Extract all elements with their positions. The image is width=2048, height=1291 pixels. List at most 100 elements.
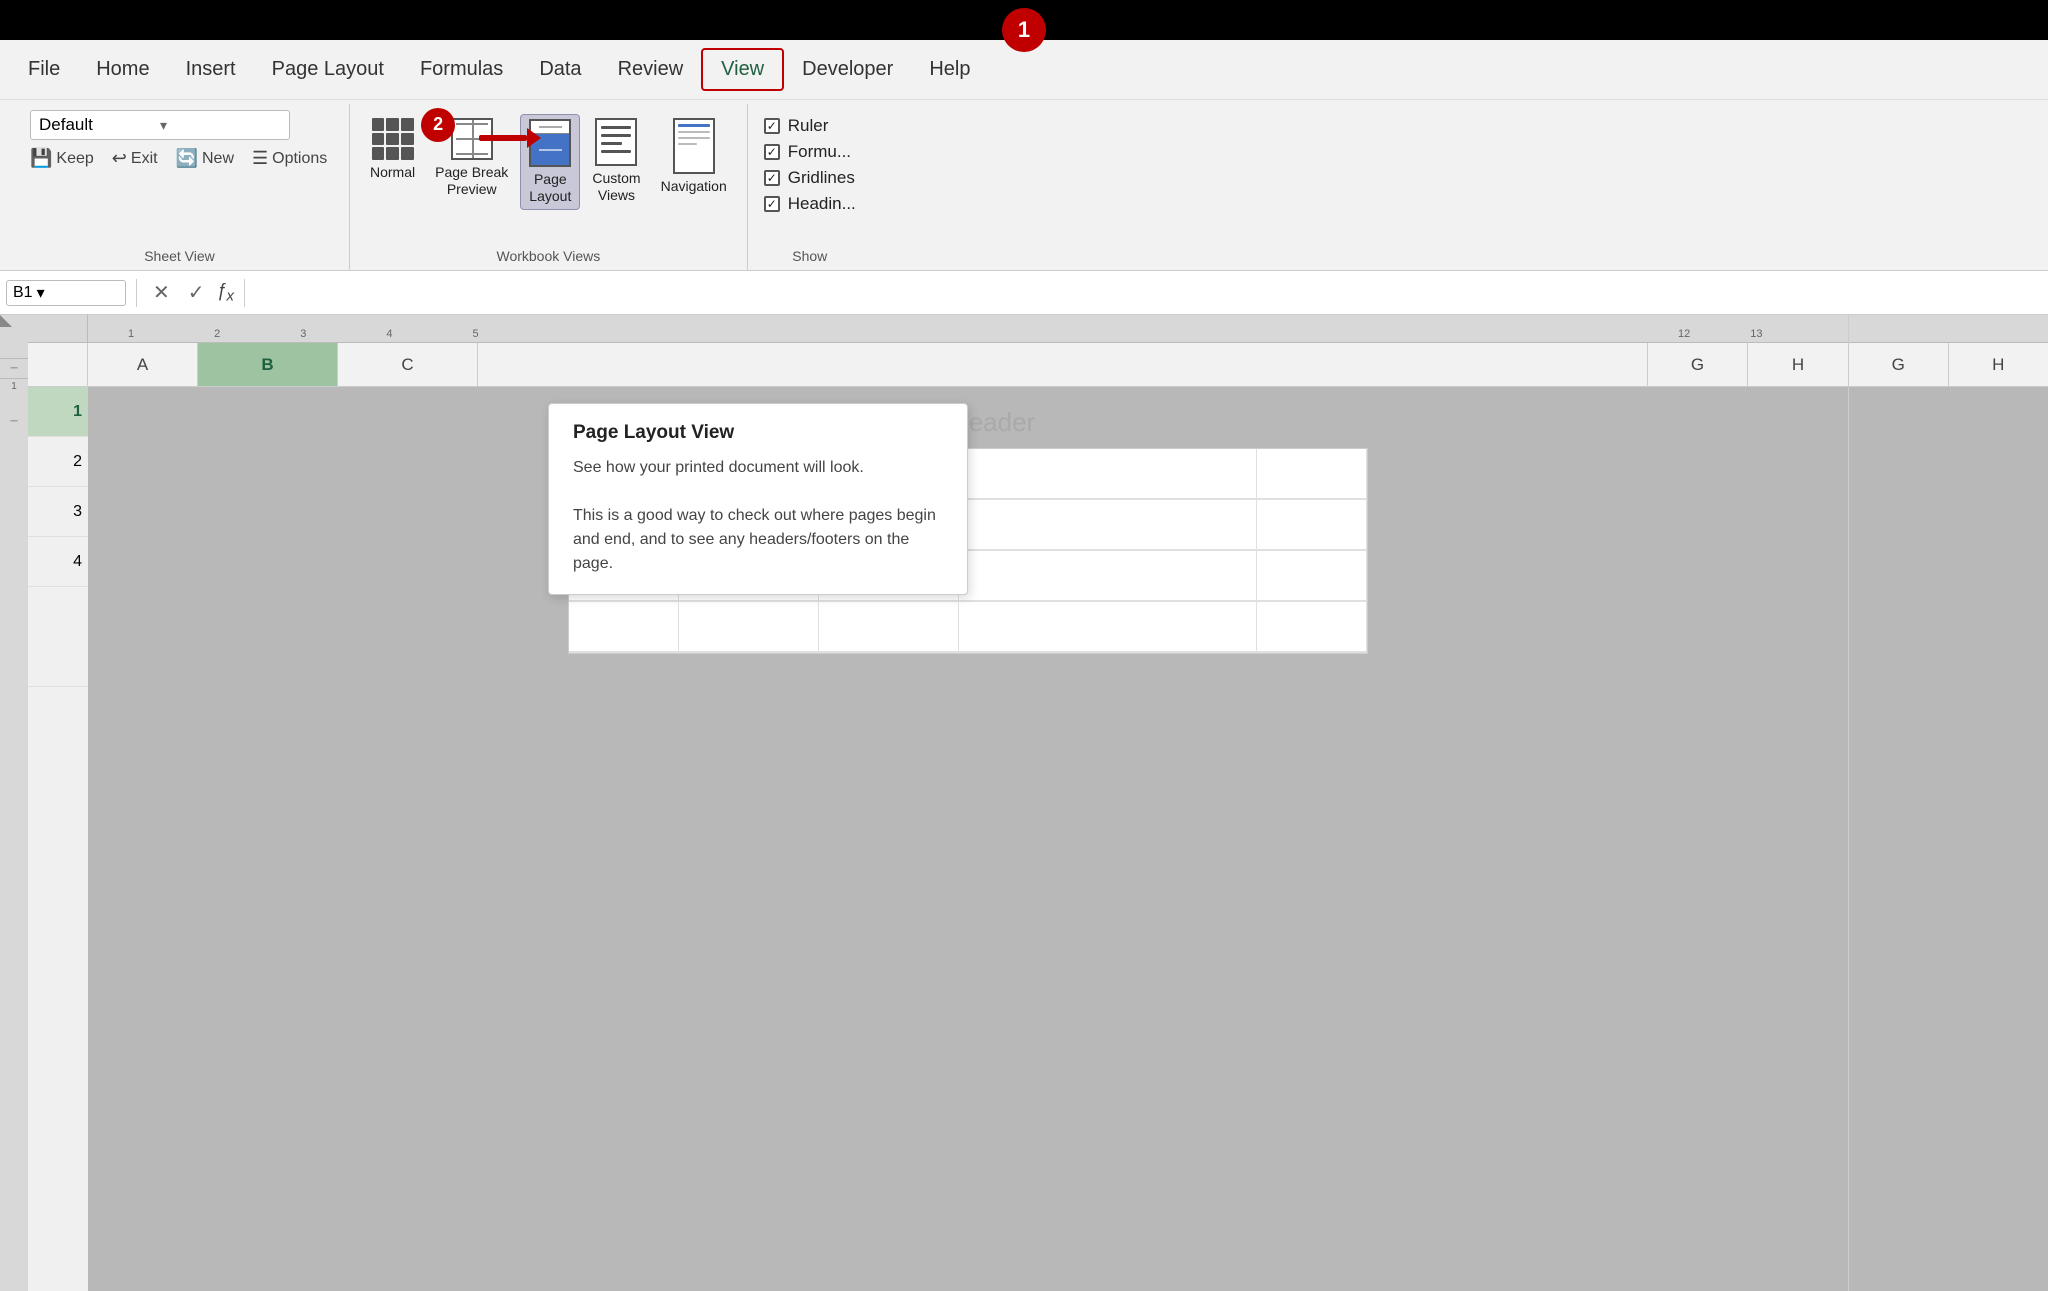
gridlines-checkbox-row[interactable]: ✓ Gridlines [764, 168, 856, 188]
formula-bar: B1 ▾ ✕ ✓ ƒx [0, 271, 2048, 315]
col-header-c[interactable]: C [338, 343, 478, 386]
ruler-mark-1: 1 [128, 328, 134, 340]
ruler-label: Ruler [788, 116, 829, 136]
options-icon: ☰ [252, 148, 268, 169]
sheet-view-actions: 💾 Keep ↩ Exit 🔄 New ☰ Options [30, 148, 329, 169]
headings-label: Headin... [788, 194, 856, 214]
step-2-badge: 2 [421, 108, 455, 142]
cell-ref-dropdown-icon: ▾ [37, 283, 45, 303]
menu-page-layout[interactable]: Page Layout [254, 50, 402, 89]
cell-d4[interactable] [959, 602, 1257, 652]
sheet-view-label: Sheet View [30, 248, 329, 270]
ruler-mark-3: 3 [300, 328, 306, 340]
col-header-b[interactable]: B [198, 343, 338, 386]
ruler-mark-4: 4 [386, 328, 392, 340]
gridlines-checkbox[interactable]: ✓ [764, 170, 780, 186]
new-button[interactable]: 🔄 New [176, 148, 234, 169]
formula-bar-label: Formu... [788, 142, 851, 162]
sheet-view-value: Default [39, 115, 160, 135]
formula-separator-2 [244, 279, 245, 307]
keep-label: Keep [56, 150, 93, 168]
navigation-label: Navigation [661, 178, 727, 195]
page-row-4 [569, 602, 1367, 653]
cell-reference-value: B1 [13, 284, 33, 302]
col-header-a[interactable]: A [88, 343, 198, 386]
formula-bar-checkbox-row[interactable]: ✓ Formu... [764, 142, 856, 162]
custom-views-button[interactable]: Custom Views [584, 114, 648, 208]
menu-data[interactable]: Data [521, 50, 599, 89]
options-button[interactable]: ☰ Options [252, 148, 327, 169]
normal-label: Normal [370, 164, 415, 181]
row-num-3[interactable]: 3 [28, 487, 88, 537]
overflow-col-h[interactable]: H [1949, 343, 2048, 386]
confirm-formula-button[interactable]: ✓ [182, 280, 211, 305]
cell-reference-box[interactable]: B1 ▾ [6, 280, 126, 306]
headings-checkbox-row[interactable]: ✓ Headin... [764, 194, 856, 214]
cell-e1[interactable] [1257, 449, 1367, 499]
cell-c4[interactable] [819, 602, 959, 652]
menu-file[interactable]: File [10, 50, 78, 89]
column-headers: A B C G H [88, 343, 1848, 387]
exit-label: Exit [131, 150, 158, 168]
page-layout-label: Page Layout [529, 171, 571, 205]
exit-button[interactable]: ↩ Exit [112, 148, 158, 169]
menu-review[interactable]: Review [600, 50, 702, 89]
headings-checkbox[interactable]: ✓ [764, 196, 780, 212]
cell-e2[interactable] [1257, 500, 1367, 550]
col-header-h[interactable]: H [1748, 343, 1848, 386]
cell-d2[interactable] [959, 500, 1257, 550]
ribbon: Default ▾ 💾 Keep ↩ Exit 🔄 New [0, 100, 2048, 271]
row-num-4[interactable]: 4 [28, 537, 88, 587]
add-header-placeholder[interactable]: Add header [88, 387, 1848, 448]
ruler-checkbox-row[interactable]: ✓ Ruler [764, 116, 856, 136]
row-num-5[interactable] [28, 587, 88, 687]
overflow-col-g[interactable]: G [1849, 343, 1949, 386]
cell-e4[interactable] [1257, 602, 1367, 652]
menu-home[interactable]: Home [78, 50, 167, 89]
menu-insert[interactable]: Insert [168, 50, 254, 89]
custom-views-label: Custom Views [592, 170, 640, 204]
save-icon: 💾 [30, 148, 52, 169]
menu-help[interactable]: Help [911, 50, 988, 89]
tooltip-title: Page Layout View [573, 422, 943, 444]
menu-developer[interactable]: Developer [784, 50, 911, 89]
cell-b4[interactable] [679, 602, 819, 652]
ruler-mark-12: 12 [1678, 328, 1690, 340]
cancel-formula-button[interactable]: ✕ [147, 280, 176, 305]
ruler-mark-13: 13 [1750, 328, 1762, 340]
navigation-button[interactable]: Navigation [653, 114, 735, 199]
options-label: Options [272, 150, 327, 168]
formula-bar-checkbox[interactable]: ✓ [764, 144, 780, 160]
cell-e3[interactable] [1257, 551, 1367, 601]
ruler-checkbox[interactable]: ✓ [764, 118, 780, 134]
show-section: ✓ Ruler ✓ Formu... ✓ Gridlines ✓ Headin.… [748, 104, 872, 270]
right-overflow: G H [1848, 315, 2048, 1291]
show-section-label: Show [764, 248, 856, 270]
corner-cell[interactable] [28, 343, 88, 387]
menu-view[interactable]: View [701, 48, 784, 91]
navigation-icon [673, 118, 715, 174]
formula-separator [136, 279, 137, 307]
sheet-view-dropdown[interactable]: Default ▾ [30, 110, 290, 140]
workbook-views-label: Workbook Views [362, 244, 735, 270]
new-icon: 🔄 [176, 148, 198, 169]
workbook-views-section: Normal 2 [350, 104, 748, 270]
ruler-mark-2: 2 [214, 328, 220, 340]
formula-input[interactable] [255, 284, 2042, 302]
col-header-g[interactable]: G [1648, 343, 1748, 386]
cell-d3[interactable] [959, 551, 1257, 601]
page-break-preview-button[interactable]: 2 [427, 114, 516, 202]
col-header-fill [478, 343, 1648, 386]
exit-icon: ↩ [112, 148, 127, 169]
normal-view-button[interactable]: Normal [362, 114, 423, 185]
menu-formulas[interactable]: Formulas [402, 50, 521, 89]
cell-d1[interactable] [959, 449, 1257, 499]
keep-button[interactable]: 💾 Keep [30, 148, 94, 169]
step-1-badge: 1 [1002, 8, 1046, 52]
title-bar: 1 [0, 0, 2048, 40]
page-layout-tooltip: Page Layout View See how your printed do… [548, 403, 968, 595]
row-num-2[interactable]: 2 [28, 437, 88, 487]
row-num-1[interactable]: 1 [28, 387, 88, 437]
page-layout-area: Add header [88, 387, 1848, 1291]
cell-a4[interactable] [569, 602, 679, 652]
